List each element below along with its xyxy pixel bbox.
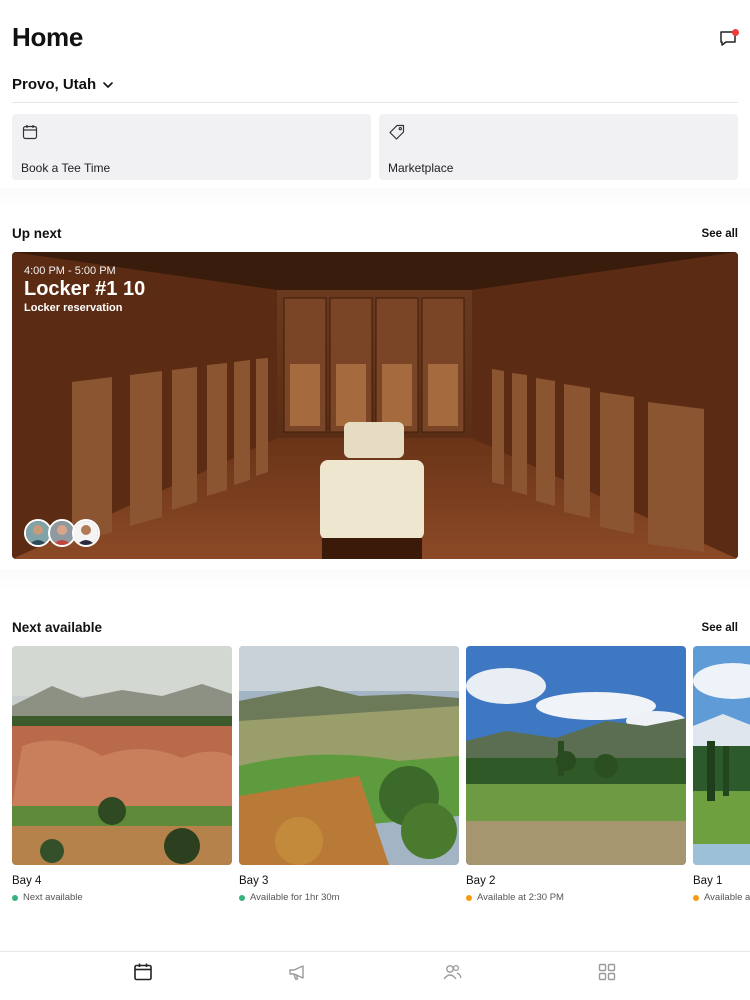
bay-name: Bay 2 xyxy=(466,875,496,887)
tag-icon xyxy=(389,124,405,140)
bay-name: Bay 3 xyxy=(239,875,269,887)
people-icon xyxy=(443,964,462,980)
bay-status-text: Available at 2:30 PM xyxy=(477,892,564,903)
bay-status-text: Available for 1hr 30m xyxy=(250,892,340,903)
bay-image xyxy=(12,646,232,865)
bay-image xyxy=(466,646,686,865)
book-tee-time-button[interactable]: Book a Tee Time xyxy=(12,114,371,180)
section-separator xyxy=(0,188,750,208)
page-title: Home xyxy=(12,22,84,52)
status-dot xyxy=(693,894,699,901)
status-dot xyxy=(239,894,245,901)
reservation-type: Locker reservation xyxy=(24,302,123,314)
tab-more[interactable] xyxy=(597,962,617,982)
status-dot xyxy=(12,894,18,901)
bay-card[interactable]: Bay 1 Available at xyxy=(693,646,750,903)
next-available-see-all-link[interactable]: See all xyxy=(702,622,738,634)
bay-carousel[interactable]: Bay 4 Next available Bay 3 Available for xyxy=(12,646,750,906)
status-dot xyxy=(466,894,472,901)
marketplace-button[interactable]: Marketplace xyxy=(379,114,738,180)
location-label: Provo, Utah xyxy=(12,76,97,93)
bay-card[interactable]: Bay 4 Next available xyxy=(12,646,232,903)
reservation-name: Locker #1 10 xyxy=(24,278,146,300)
bay-card[interactable]: Bay 2 Available at 2:30 PM xyxy=(466,646,686,903)
grid-icon xyxy=(598,963,616,981)
megaphone-icon xyxy=(289,965,304,980)
section-separator xyxy=(0,570,750,590)
tab-announcements[interactable] xyxy=(288,962,308,982)
bay-image xyxy=(693,646,750,865)
avatar xyxy=(72,519,100,547)
bay-name: Bay 4 xyxy=(12,875,42,887)
bay-status: Available for 1hr 30m xyxy=(239,892,340,903)
notification-badge xyxy=(732,29,739,36)
tab-calendar[interactable] xyxy=(133,962,153,982)
up-next-title: Up next xyxy=(12,226,62,241)
bay-name: Bay 1 xyxy=(693,875,723,887)
bay-card[interactable]: Bay 3 Available for 1hr 30m xyxy=(239,646,459,903)
bay-status: Next available xyxy=(12,892,83,903)
calendar-icon xyxy=(134,963,152,981)
bay-status-text: Next available xyxy=(23,892,83,903)
tab-members[interactable] xyxy=(442,962,462,982)
reservation-time: 4:00 PM - 5:00 PM xyxy=(24,265,116,277)
header: Home xyxy=(0,0,750,70)
tab-bar xyxy=(0,951,750,1000)
next-available-title: Next available xyxy=(12,620,103,635)
messages-button[interactable] xyxy=(718,28,740,50)
location-selector[interactable]: Provo, Utah xyxy=(12,76,114,93)
book-tee-time-label: Book a Tee Time xyxy=(21,161,111,175)
bay-status-text: Available at xyxy=(704,892,750,903)
divider xyxy=(12,102,738,103)
up-next-card[interactable]: 4:00 PM - 5:00 PM Locker #1 10 Locker re… xyxy=(12,252,738,559)
bay-image xyxy=(239,646,459,865)
chevron-down-icon xyxy=(103,81,113,88)
bay-status: Available at xyxy=(693,892,750,903)
up-next-see-all-link[interactable]: See all xyxy=(702,228,738,240)
marketplace-label: Marketplace xyxy=(388,161,454,175)
calendar-icon xyxy=(22,125,38,140)
participant-avatars xyxy=(24,519,100,547)
bay-status: Available at 2:30 PM xyxy=(466,892,564,903)
